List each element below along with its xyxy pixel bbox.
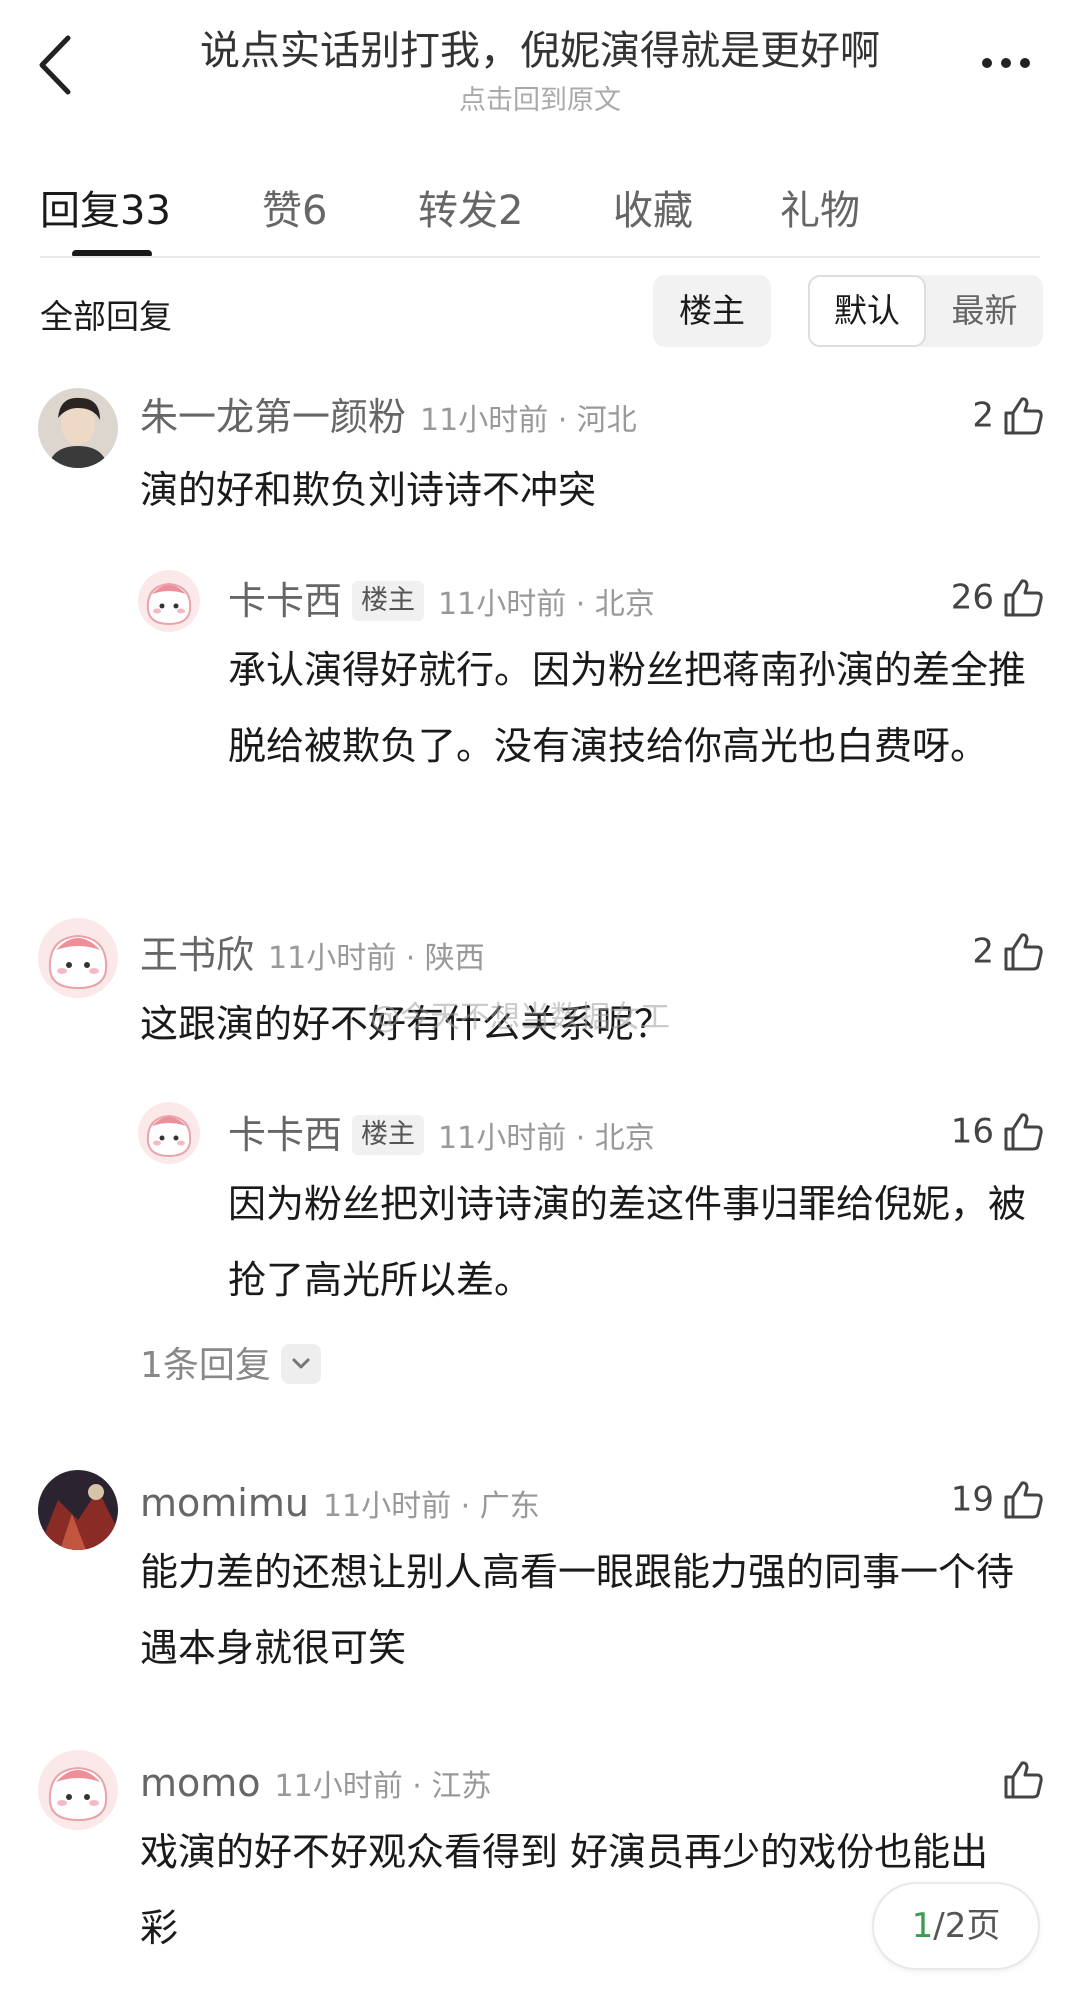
comment-meta: 朱一龙第一颜粉 11小时前 · 河北 [140,392,637,442]
tab-reposts[interactable]: 转发2 [418,178,523,236]
sort-toggle: 默认 最新 [808,275,1043,347]
thumbs-up-icon [1000,1109,1046,1155]
reply-text: 承认演得好就行。因为粉丝把蒋南孙演的差全推脱给被欺负了。没有演技给你高光也白费呀… [228,648,1027,768]
comment-meta: momimu 11小时前 · 广东 [140,1478,540,1528]
comment-text: 演的好和欺负刘诗诗不冲突 [140,468,597,512]
like-button[interactable] [994,1754,1046,1804]
username[interactable]: 卡卡西 [228,1113,342,1157]
owner-badge: 楼主 [352,1115,425,1155]
reply-meta: 卡卡西 楼主 11小时前 · 北京 [228,1110,655,1160]
comment-text: 这跟演的好不好有什么关系呢？ [140,1002,673,1046]
username[interactable]: 卡卡西 [228,579,342,623]
tab-replies[interactable]: 回复33 [40,178,171,236]
like-button[interactable]: 16 [951,1106,1046,1156]
owner-badge: 楼主 [352,581,425,621]
reply-text: 因为粉丝把刘诗诗演的差这件事归罪给倪妮，被抢了高光所以差。 [228,1182,1027,1302]
avatar[interactable] [38,388,118,468]
tabs-divider [40,256,1040,258]
avatar[interactable] [38,918,118,998]
tab-label: 礼物 [780,188,860,234]
avatar[interactable] [138,570,200,632]
like-button[interactable]: 26 [951,572,1046,622]
avatar[interactable] [38,1750,118,1830]
page-indicator-button[interactable]: 1/2页 [872,1882,1040,1970]
like-count: 26 [950,577,994,618]
tab-count: 33 [120,188,171,234]
like-button[interactable]: 19 [951,1474,1046,1524]
reply-meta: 卡卡西 楼主 11小时前 · 北京 [228,576,655,626]
like-count: 2 [972,395,994,436]
more-dots-icon[interactable] [982,48,1042,78]
time-location: 11小时前 · 北京 [438,587,655,622]
comment-page: 说点实话别打我，倪妮演得就是更好啊 点击回到原文 回复33 赞6 转发2 收藏 … [0,0,1080,2015]
back-arrow-icon[interactable] [30,30,90,100]
username[interactable]: 朱一龙第一颜粉 [140,395,406,439]
username[interactable]: momo [140,1761,261,1805]
back-to-post-link[interactable]: 点击回到原文 [150,78,930,117]
tab-count: 2 [498,188,524,234]
expand-replies-label: 1条回复 [140,1345,271,1386]
owner-only-filter-button[interactable]: 楼主 [653,275,771,347]
chevron-down-icon [280,1344,321,1384]
comment-text: 能力差的还想让别人高看一眼跟能力强的同事一个待遇本身就很可笑 [140,1550,1015,1670]
like-count: 19 [950,1479,994,1520]
thumbs-up-icon [1000,1477,1046,1523]
thumbs-up-icon [1000,1757,1046,1803]
comment-meta: momo 11小时前 · 江苏 [140,1758,491,1808]
tab-favorites[interactable]: 收藏 [613,178,693,236]
post-title[interactable]: 说点实话别打我，倪妮演得就是更好啊 [150,18,930,76]
current-page: 1 [911,1906,934,1946]
time-location: 11小时前 · 陕西 [268,941,485,976]
comment-meta: 王书欣 11小时前 · 陕西 [140,930,485,980]
like-button[interactable]: 2 [972,926,1046,976]
avatar[interactable] [138,1102,200,1164]
time-location: 11小时前 · 北京 [438,1121,655,1156]
tab-gifts[interactable]: 礼物 [780,178,860,236]
tab-label: 转发 [418,188,498,234]
tab-likes[interactable]: 赞6 [262,178,327,236]
thumbs-up-icon [1000,929,1046,975]
sort-latest-button[interactable]: 最新 [926,275,1043,347]
time-location: 11小时前 · 河北 [420,403,637,438]
tab-label: 赞 [262,188,302,234]
avatar[interactable] [38,1470,118,1550]
like-count: 16 [950,1111,994,1152]
thumbs-up-icon [1000,575,1046,621]
tab-count: 6 [302,188,328,234]
total-pages: /2页 [933,1906,1001,1946]
username[interactable]: momimu [140,1481,309,1525]
expand-replies-button[interactable]: 1条回复 [140,1336,321,1388]
time-location: 11小时前 · 广东 [322,1489,540,1524]
like-button[interactable]: 2 [972,390,1046,440]
username[interactable]: 王书欣 [140,933,254,977]
tab-label: 收藏 [613,188,693,234]
sort-default-button[interactable]: 默认 [808,275,926,347]
like-count: 2 [972,931,994,972]
thumbs-up-icon [1000,393,1046,439]
tab-label: 回复 [40,188,120,234]
all-replies-label: 全部回复 [40,297,172,336]
time-location: 11小时前 · 江苏 [274,1769,492,1804]
